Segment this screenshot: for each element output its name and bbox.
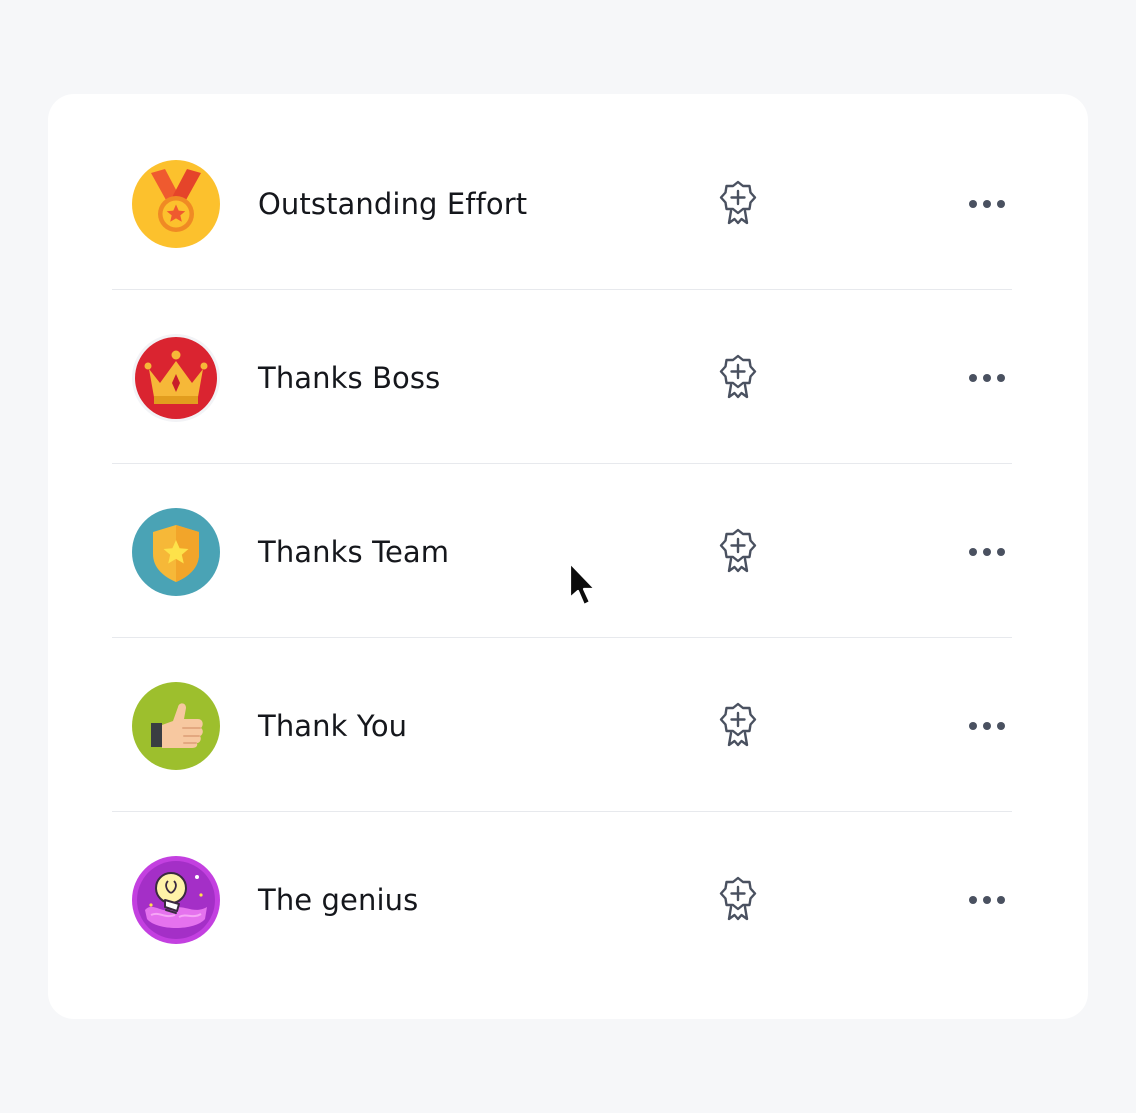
badge-row-thanks-boss[interactable]: Thanks Boss xyxy=(112,290,1012,464)
mouse-pointer-icon xyxy=(566,560,600,612)
badge-row-the-genius[interactable]: The genius xyxy=(112,812,1012,986)
more-horizontal-icon[interactable] xyxy=(962,534,1012,570)
award-plus-icon[interactable] xyxy=(716,526,760,576)
award-plus-icon[interactable] xyxy=(716,352,760,402)
thumbs-up-icon xyxy=(131,681,221,771)
award-plus-icon[interactable] xyxy=(716,700,760,750)
award-plus-icon[interactable] xyxy=(716,874,760,924)
more-horizontal-icon[interactable] xyxy=(962,708,1012,744)
badge-name: Outstanding Effort xyxy=(258,187,528,221)
award-plus-icon[interactable] xyxy=(716,178,760,228)
badge-row-outstanding-effort[interactable]: Outstanding Effort xyxy=(112,116,1012,290)
badge-list: Outstanding Effort Thanks Boss Thanks Te… xyxy=(112,116,1012,986)
more-horizontal-icon[interactable] xyxy=(962,882,1012,918)
badge-name: Thanks Boss xyxy=(258,361,441,395)
more-horizontal-icon[interactable] xyxy=(962,186,1012,222)
lightbulb-brain-icon xyxy=(131,855,221,945)
medal-icon xyxy=(131,159,221,249)
badge-row-thank-you[interactable]: Thank You xyxy=(112,638,1012,812)
badge-name: Thanks Team xyxy=(258,535,450,569)
badge-name: The genius xyxy=(258,883,419,917)
badges-card: Outstanding Effort Thanks Boss Thanks Te… xyxy=(48,94,1088,1019)
badge-name: Thank You xyxy=(258,709,408,743)
crown-icon xyxy=(131,333,221,423)
more-horizontal-icon[interactable] xyxy=(962,360,1012,396)
badge-row-thanks-team[interactable]: Thanks Team xyxy=(112,464,1012,638)
shield-star-icon xyxy=(131,507,221,597)
